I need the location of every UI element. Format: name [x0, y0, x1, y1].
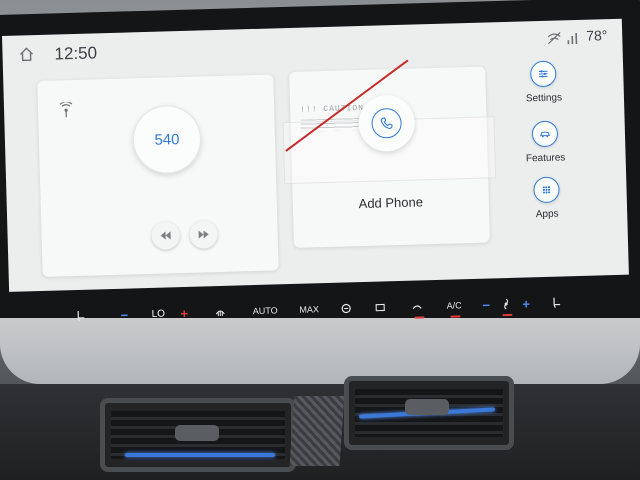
apps-label: Apps	[535, 208, 559, 221]
radio-card[interactable]: 540	[37, 74, 279, 277]
phone-icon	[380, 117, 393, 129]
fan-mode-button[interactable]	[336, 296, 357, 321]
seat-heat-icon	[553, 297, 561, 308]
car-icon	[540, 131, 551, 138]
air-vent-left[interactable]	[100, 398, 296, 472]
seat-heat-icon	[77, 310, 85, 322]
radio-frequency: 540	[154, 130, 180, 149]
max-defrost-button[interactable]: MAX	[296, 297, 323, 322]
sliders-icon	[538, 70, 548, 78]
vent-knob[interactable]	[405, 399, 449, 415]
recirculation-icon	[412, 305, 422, 310]
fan-mode-icon	[341, 303, 351, 314]
status-indicator	[450, 315, 461, 318]
connectivity-icons	[547, 31, 578, 45]
seek-forward-icon	[198, 230, 209, 239]
vent-knob[interactable]	[175, 425, 219, 441]
radio-signal-icon	[59, 102, 73, 118]
driver-temperature: LO	[151, 308, 166, 320]
ac-button[interactable]: A/C	[442, 293, 467, 318]
vent-light	[125, 453, 275, 457]
fan-icon	[504, 298, 509, 310]
radio-frequency-dial[interactable]: 540	[132, 104, 202, 175]
max-label: MAX	[299, 304, 320, 315]
signal-icon	[567, 32, 578, 45]
seek-forward-button[interactable]	[189, 220, 219, 249]
outside-temperature: 78°	[585, 27, 608, 44]
grid-icon	[542, 186, 551, 194]
air-vent-right[interactable]	[344, 376, 514, 450]
seek-back-icon	[160, 231, 171, 240]
apps-button[interactable]: Apps	[506, 176, 587, 221]
recirculation-button[interactable]	[406, 294, 429, 319]
seat-heat-driver-button[interactable]	[70, 304, 93, 329]
phone-card[interactable]: !!! CAUTION !!! Add Phone	[282, 59, 497, 248]
fan-up-button[interactable]: +	[518, 291, 535, 315]
features-button[interactable]: Features	[505, 120, 586, 165]
status-indicator	[502, 313, 513, 317]
temp-down-button[interactable]: −	[116, 302, 133, 326]
fan-speed-indicator	[496, 292, 517, 317]
seek-back-button[interactable]	[151, 221, 181, 250]
air-direction-icon	[375, 303, 385, 312]
rear-defrost-button[interactable]	[210, 300, 231, 325]
home-icon[interactable]	[18, 46, 34, 62]
status-indicator	[414, 316, 425, 319]
defrost-icon	[215, 310, 225, 317]
fan-down-button[interactable]: −	[478, 292, 495, 316]
temp-up-button[interactable]: +	[176, 301, 193, 325]
infotainment-screen: 12:50 78° 540 Add Phone Settings Feature…	[2, 18, 629, 292]
settings-button[interactable]: Settings	[503, 60, 584, 105]
clock: 12:50	[54, 43, 98, 64]
air-direction-button[interactable]	[370, 295, 391, 320]
features-label: Features	[525, 152, 566, 165]
add-phone-label[interactable]: Add Phone	[293, 192, 489, 212]
auto-button[interactable]: AUTO	[248, 298, 283, 323]
seat-heat-passenger-button[interactable]	[546, 290, 569, 315]
wifi-off-icon	[547, 31, 561, 45]
center-mesh	[289, 396, 345, 466]
settings-label: Settings	[525, 92, 563, 105]
